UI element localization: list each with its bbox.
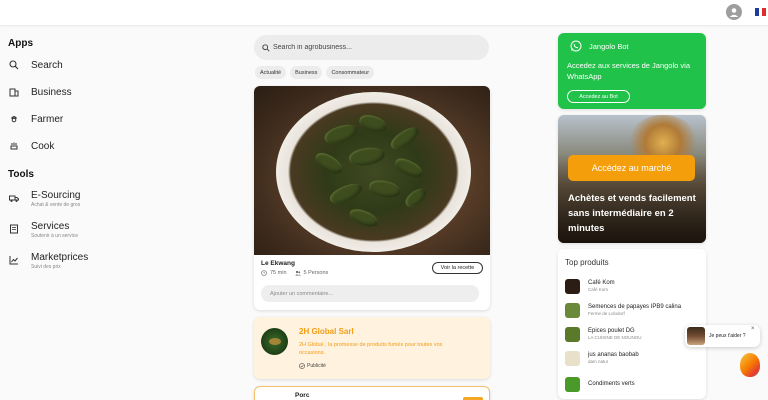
whatsapp-icon: [570, 40, 582, 52]
sidebar-item-farmer[interactable]: Farmer: [8, 110, 118, 128]
comment-input[interactable]: [261, 285, 479, 302]
product-seller: Ferme de Lolodorf: [588, 311, 625, 316]
access-bot-button[interactable]: Accedez au Bot: [567, 90, 630, 103]
market-card: Accédez au marché Achètes et vends facil…: [558, 115, 706, 243]
sidebar-item-sub: Soutenir à un service: [31, 233, 78, 239]
top-products-card: Top produits Café Kom Café Kom Semences d…: [558, 249, 706, 399]
agent-avatar: [687, 327, 705, 345]
recipe-persons-value: 5 Persons: [303, 270, 329, 276]
clock-icon: [261, 270, 267, 276]
close-icon[interactable]: ×: [751, 326, 755, 332]
product-seller: dam natur: [588, 359, 609, 364]
search-icon: [8, 59, 20, 71]
company-logo: [261, 328, 288, 355]
building-icon: [8, 86, 20, 98]
sidebar-item-business[interactable]: Business: [8, 83, 118, 101]
product-thumbnail: [565, 278, 580, 294]
sidebar-item-e-sourcing[interactable]: E-Sourcing Achat & vente de gros: [8, 190, 118, 214]
bot-header: Jangolo Bot: [570, 40, 629, 52]
product-thumbnail: [565, 350, 580, 366]
product-item[interactable]: Epices poulet DG LA CUISINE DE NOUNOU: [565, 324, 703, 344]
sidebar-item-services[interactable]: Services Soutenir à un service: [8, 221, 118, 245]
chat-message: Je peux t'aider ?: [709, 333, 746, 339]
top-products-title: Top produits: [565, 258, 609, 267]
product-name: Condiments verts: [588, 381, 635, 387]
promo-description: 2H Global , la promesse de produits fumé…: [299, 342, 443, 356]
post-title: Porc: [295, 392, 310, 399]
user-avatar-icon[interactable]: [726, 4, 742, 20]
chat-bubble[interactable]: Je peux t'aider ? ×: [685, 325, 760, 347]
sidebar-item-marketprices[interactable]: Marketprices Suivi des prix: [8, 252, 118, 276]
tools-section-title: Tools: [8, 169, 34, 180]
product-item[interactable]: jus ananas baobab dam natur: [565, 348, 703, 368]
sidebar-item-label: Farmer: [31, 113, 64, 125]
product-name: jus ananas baobab: [588, 352, 639, 358]
cook-icon: [8, 140, 20, 152]
chip-business[interactable]: Business: [290, 66, 323, 79]
top-bar: [0, 0, 768, 25]
recipe-card: Le Ekwang 75 min 5 Persons Voir la recet…: [254, 86, 490, 310]
product-seller: Café Kom: [588, 287, 609, 292]
sidebar-item-search[interactable]: Search: [8, 56, 118, 74]
product-seller: LA CUISINE DE NOUNOU: [588, 335, 642, 340]
product-thumbnail: [565, 376, 580, 392]
bot-card: Jangolo Bot Accedez aux services de Jang…: [558, 33, 706, 109]
sidebar-item-label: Services: [31, 221, 70, 232]
sidebar-item-label: Cook: [31, 140, 55, 152]
product-thumbnail: [565, 302, 580, 318]
product-name: Café Kom: [588, 280, 615, 286]
product-item[interactable]: Condiments verts: [565, 374, 703, 394]
apps-section-title: Apps: [8, 38, 33, 49]
document-icon: [8, 223, 20, 235]
market-tagline: Achètes et vends facilement sans intermé…: [568, 193, 696, 235]
bot-description: Accedez aux services de Jangolo via What…: [567, 61, 690, 81]
recipe-image[interactable]: [254, 86, 490, 255]
product-name: Epices poulet DG: [588, 328, 635, 334]
product-item[interactable]: Café Kom Café Kom: [565, 276, 703, 296]
sidebar: Apps Search Business Farmer Cook Tools E…: [0, 25, 120, 400]
recipe-time-value: 75 min: [270, 270, 287, 276]
bot-title: Jangolo Bot: [589, 41, 629, 51]
promo-card[interactable]: 2H Global Sarl 2H Global , la promesse d…: [254, 317, 490, 379]
sponsored-label: Publicité: [299, 363, 326, 369]
truck-icon: [8, 192, 20, 204]
promo-company-name[interactable]: 2H Global Sarl: [299, 327, 354, 336]
recipe-time: 75 min: [261, 270, 287, 276]
filter-chips: Actualité Business Consommateur: [255, 66, 375, 79]
sidebar-item-label: E-Sourcing: [31, 190, 81, 201]
chat-launcher-icon[interactable]: [740, 353, 760, 377]
sponsored-text: Publicité: [307, 363, 326, 369]
chart-icon: [8, 254, 20, 266]
sidebar-item-sub: Suivi des prix: [31, 264, 61, 270]
sidebar-item-label: Business: [31, 86, 72, 98]
chip-consommateur[interactable]: Consommateur: [326, 66, 375, 79]
farmer-icon: [8, 113, 20, 125]
people-icon: [294, 270, 301, 276]
chip-actualite[interactable]: Actualité: [255, 66, 287, 79]
search-bar[interactable]: [254, 35, 489, 60]
post-card[interactable]: Porc: [254, 386, 490, 400]
product-thumbnail: [565, 326, 580, 342]
sidebar-item-sub: Achat & vente de gros: [31, 202, 81, 208]
product-item[interactable]: Semences de papayes IPB9 calina Ferme de …: [565, 300, 703, 320]
view-recipe-button[interactable]: Voir la recette: [432, 262, 483, 274]
sidebar-item-label: Search: [31, 59, 63, 71]
search-icon: [262, 43, 270, 52]
product-name: Semences de papayes IPB9 calina: [588, 304, 682, 310]
sidebar-item-cook[interactable]: Cook: [8, 137, 118, 155]
sidebar-item-label: Marketprices: [31, 252, 89, 263]
french-flag-icon[interactable]: [755, 8, 767, 16]
recipe-meta: 75 min 5 Persons: [261, 270, 328, 276]
access-market-button[interactable]: Accédez au marché: [568, 155, 695, 181]
recipe-persons: 5 Persons: [294, 270, 329, 276]
search-input[interactable]: [273, 44, 473, 51]
badge-check-icon: [299, 363, 305, 369]
recipe-title: Le Ekwang: [261, 260, 295, 267]
